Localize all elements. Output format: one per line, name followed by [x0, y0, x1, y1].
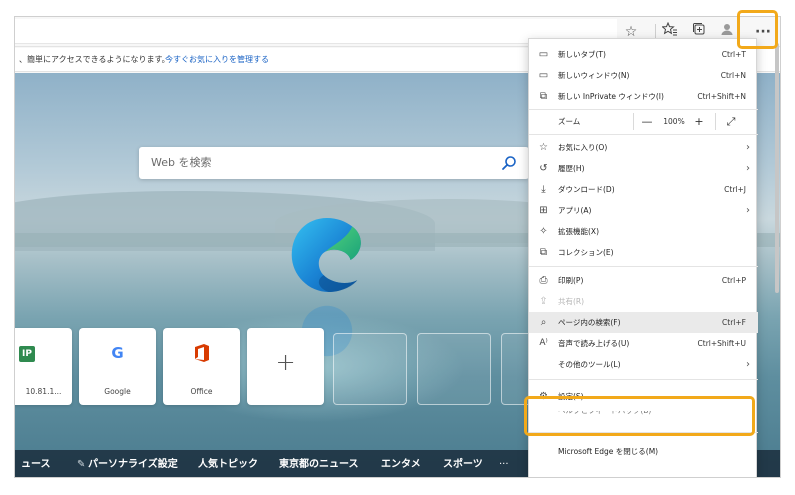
- menu-shortcut: Ctrl+J: [724, 185, 746, 194]
- tile-label: 10.81.1...: [25, 387, 62, 396]
- menu-shortcut: Ctrl+N: [720, 71, 746, 80]
- plus-icon: +: [275, 348, 296, 376]
- menu-item-print[interactable]: ⎙ 印刷(P) Ctrl+P: [529, 270, 758, 291]
- read-aloud-icon: A⁾: [539, 338, 548, 348]
- menu-separator: [529, 379, 758, 380]
- menu-label: 拡張機能(X): [558, 227, 599, 236]
- menu-item-history[interactable]: ↺ 履歴(H) ›: [529, 158, 758, 179]
- menu-item-share: ⇪ 共有(R): [529, 291, 758, 312]
- menu-label: 音声で読み上げる(U): [558, 339, 630, 348]
- news-tab[interactable]: 人気トピック: [198, 450, 258, 477]
- settings-item-highlight: [524, 396, 755, 436]
- share-icon: ⇪: [539, 296, 548, 307]
- menu-label: ダウンロード(D): [558, 185, 615, 194]
- new-window-icon: ▭: [538, 70, 549, 81]
- menu-item-zoom: ズーム — 100% + ⤢: [529, 111, 758, 132]
- empty-tile[interactable]: [333, 333, 407, 405]
- menu-label: お気に入り(O): [558, 143, 608, 152]
- favorites-message: 、簡単にアクセスできるようになります。: [19, 55, 170, 64]
- news-tab[interactable]: ュース: [21, 450, 51, 477]
- top-site-tile-google[interactable]: G Google: [79, 328, 156, 405]
- extensions-icon: ✧: [539, 226, 548, 237]
- top-site-tile-office[interactable]: Office: [163, 328, 240, 405]
- menu-label: 新しい InPrivate ウィンドウ(I): [558, 92, 664, 101]
- web-search-box[interactable]: Web を検索: [139, 147, 529, 179]
- office-icon: [195, 344, 209, 362]
- more-button-highlight: [737, 10, 778, 49]
- edge-logo-icon: [291, 218, 361, 292]
- zoom-out-button[interactable]: —: [637, 114, 657, 129]
- menu-item-apps[interactable]: ⊞ アプリ(A) ›: [529, 200, 758, 221]
- chevron-right-icon: ›: [746, 205, 750, 216]
- menu-separator: [529, 266, 758, 267]
- menu-label: アプリ(A): [558, 206, 592, 215]
- menu-item-new-window[interactable]: ▭ 新しいウィンドウ(N) Ctrl+N: [529, 65, 758, 86]
- menu-item-collections[interactable]: ⧉ コレクション(E): [529, 242, 758, 263]
- menu-separator: [529, 134, 758, 135]
- menu-label: その他のツール(L): [558, 360, 621, 369]
- menu-item-close-edge[interactable]: Microsoft Edge を閉じる(M): [529, 441, 758, 462]
- chevron-right-icon: ›: [746, 163, 750, 174]
- page-scrollbar[interactable]: [775, 43, 779, 293]
- tile-icon: IP: [19, 346, 35, 362]
- menu-label: 履歴(H): [558, 164, 585, 173]
- news-tab[interactable]: スポーツ: [443, 450, 483, 477]
- search-icon[interactable]: [501, 155, 517, 171]
- menu-item-downloads[interactable]: ⤓ ダウンロード(D) Ctrl+J: [529, 179, 758, 200]
- menu-label: 印刷(P): [558, 276, 584, 285]
- manage-favorites-link[interactable]: 今すぐお気に入りを管理する: [165, 48, 269, 72]
- google-icon: G: [111, 344, 124, 362]
- fullscreen-icon[interactable]: ⤢: [721, 114, 741, 129]
- menu-shortcut: Ctrl+Shift+N: [697, 92, 746, 101]
- menu-item-new-tab[interactable]: ▭ 新しいタブ(T) Ctrl+T: [529, 44, 758, 65]
- menu-label: 新しいタブ(T): [558, 50, 606, 59]
- tile-label: Google: [104, 387, 131, 396]
- top-site-tile[interactable]: IP 10.81.1...: [15, 328, 72, 405]
- pencil-icon: ✎: [77, 459, 86, 470]
- menu-item-more-tools[interactable]: その他のツール(L) ›: [529, 354, 758, 375]
- menu-item-favorites[interactable]: ☆ お気に入り(O) ›: [529, 137, 758, 158]
- zoom-divider: [633, 113, 634, 130]
- find-icon: ⌕: [540, 317, 547, 328]
- menu-label: Microsoft Edge を閉じる(M): [558, 447, 659, 456]
- print-icon: ⎙: [539, 275, 548, 286]
- menu-label: 新しいウィンドウ(N): [558, 71, 630, 80]
- news-more[interactable]: ···: [499, 450, 509, 477]
- collections-icon: ⧉: [539, 247, 548, 258]
- tile-label: Office: [190, 387, 213, 396]
- search-placeholder: Web を検索: [151, 156, 212, 169]
- news-tab-personalize[interactable]: パーソナライズ設定: [88, 450, 178, 477]
- menu-shortcut: Ctrl+P: [721, 276, 746, 285]
- menu-label: ページ内の検索(F): [558, 318, 621, 327]
- chevron-right-icon: ›: [746, 142, 750, 153]
- apps-icon: ⊞: [539, 205, 548, 216]
- menu-separator: [529, 109, 758, 110]
- new-tab-icon: ▭: [538, 49, 549, 60]
- menu-item-new-inprivate-window[interactable]: ⧉ 新しい InPrivate ウィンドウ(I) Ctrl+Shift+N: [529, 86, 758, 107]
- menu-item-find-on-page[interactable]: ⌕ ページ内の検索(F) Ctrl+F: [529, 312, 758, 333]
- menu-label: ズーム: [558, 117, 581, 126]
- news-tab[interactable]: エンタメ: [381, 450, 421, 477]
- favorites-icon: ☆: [539, 142, 548, 153]
- news-tab[interactable]: 東京都のニュース: [279, 450, 359, 477]
- address-bar[interactable]: [15, 19, 617, 44]
- menu-shortcut: Ctrl+Shift+U: [697, 339, 746, 348]
- add-site-tile[interactable]: +: [247, 328, 324, 405]
- inprivate-icon: ⧉: [539, 91, 548, 102]
- menu-label: 共有(R): [558, 297, 585, 306]
- empty-tile[interactable]: [417, 333, 491, 405]
- download-icon: ⤓: [541, 184, 546, 195]
- chevron-right-icon: ›: [746, 359, 750, 370]
- menu-item-read-aloud[interactable]: A⁾ 音声で読み上げる(U) Ctrl+Shift+U: [529, 333, 758, 354]
- zoom-divider: [715, 113, 716, 130]
- zoom-level: 100%: [663, 117, 685, 126]
- menu-item-extensions[interactable]: ✧ 拡張機能(X): [529, 221, 758, 242]
- menu-shortcut: Ctrl+F: [722, 318, 746, 327]
- history-icon: ↺: [539, 163, 548, 174]
- menu-label: コレクション(E): [558, 248, 614, 257]
- zoom-in-button[interactable]: +: [689, 114, 709, 129]
